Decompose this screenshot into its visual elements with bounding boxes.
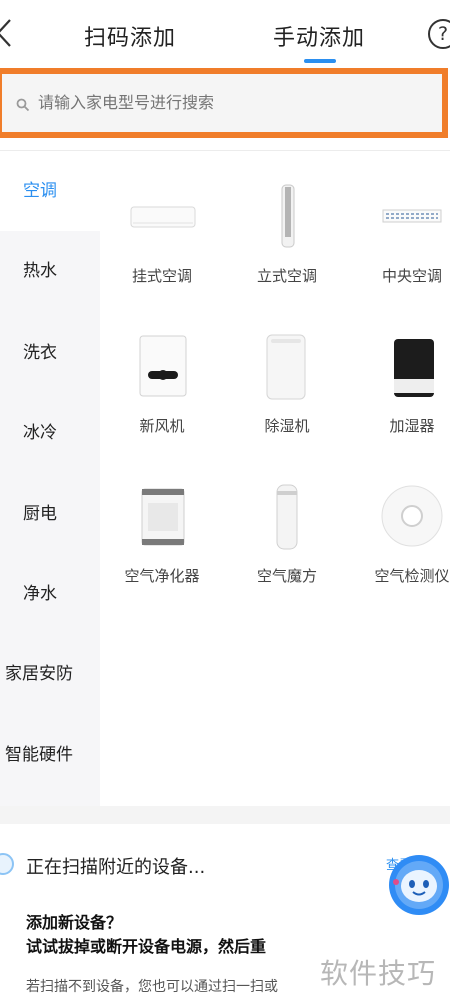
category-hot-water[interactable]: 热水: [0, 251, 100, 291]
search-icon: [16, 98, 30, 112]
device-item[interactable]: 空气魔方: [227, 481, 347, 621]
device-grid: 挂式空调 立式空调 中央空调 新风机 除湿机 加湿器 空气净化器 空气魔方 空气…: [100, 151, 450, 806]
device-item[interactable]: 空气检测仪: [352, 481, 450, 621]
device-item[interactable]: 立式空调: [227, 181, 347, 321]
device-item[interactable]: 中央空调: [352, 181, 450, 321]
back-arrow-icon[interactable]: [0, 16, 14, 50]
device-label: 挂式空调: [131, 267, 192, 285]
category-refrigeration[interactable]: 冰冷: [0, 413, 100, 453]
category-sidebar: 空调 热水 洗衣 冰冷 厨电 净水 家居安防 智能硬件: [0, 151, 100, 806]
device-label: 空气净化器: [124, 567, 200, 585]
device-label: 新风机: [139, 417, 185, 435]
scan-hint-text: 若扫描不到设备，您也可以通过扫一扫或: [26, 979, 278, 995]
assistant-robot-icon[interactable]: [388, 854, 450, 916]
category-smart-hardware[interactable]: 智能硬件: [0, 735, 100, 775]
device-item[interactable]: 加湿器: [352, 331, 450, 471]
search-input[interactable]: [38, 93, 418, 112]
scan-panel: 正在扫描附近的设备... 查看 添加新设备？ 试试拔掉或断开设备电源，然后重 若…: [0, 824, 450, 1001]
device-item[interactable]: 除湿机: [227, 331, 347, 471]
active-tab-indicator: [304, 59, 336, 63]
device-item[interactable]: 挂式空调: [102, 181, 222, 321]
tab-manual-add[interactable]: 手动添加: [273, 20, 365, 52]
category-laundry[interactable]: 洗衣: [0, 333, 100, 373]
add-device-subtitle: 试试拔掉或断开设备电源，然后重: [26, 937, 267, 956]
device-item[interactable]: 新风机: [102, 331, 222, 471]
add-device-title: 添加新设备？: [26, 913, 123, 932]
sheet-separator: [0, 806, 450, 824]
top-bar: 扫码添加 手动添加 ?: [0, 0, 450, 68]
scanning-indicator-icon: [0, 853, 14, 875]
category-kitchen[interactable]: 厨电: [0, 494, 100, 534]
device-item[interactable]: 空气净化器: [102, 481, 222, 621]
category-ac[interactable]: 空调: [0, 171, 100, 211]
device-label: 空气检测仪: [374, 567, 450, 585]
device-label: 空气魔方: [256, 567, 317, 585]
scanning-status: 正在扫描附近的设备...: [26, 857, 206, 878]
category-home-security[interactable]: 家居安防: [0, 654, 100, 694]
search-box[interactable]: [0, 68, 448, 138]
category-water[interactable]: 净水: [0, 574, 100, 614]
watermark: 软件技巧: [320, 957, 437, 990]
help-icon[interactable]: ?: [428, 19, 450, 49]
device-label: 中央空调: [381, 267, 442, 285]
device-label: 加湿器: [389, 417, 435, 435]
tab-scan-add[interactable]: 扫码添加: [84, 20, 176, 52]
device-label: 立式空调: [256, 267, 317, 285]
device-label: 除湿机: [264, 417, 310, 435]
